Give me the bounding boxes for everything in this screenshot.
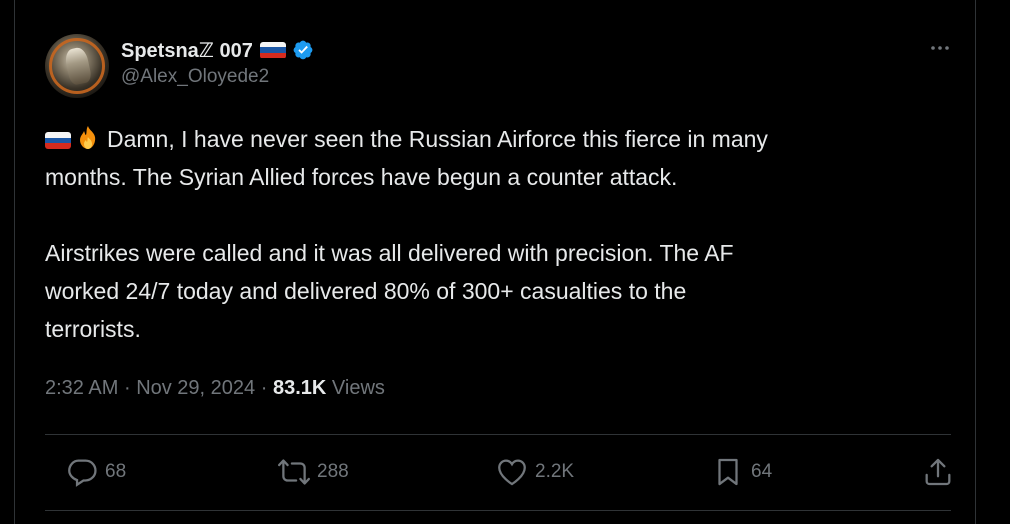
display-name[interactable]: Spetsnaℤ 007 xyxy=(121,38,253,63)
views-count[interactable]: 83.1K xyxy=(273,377,326,399)
tweet-text: Damn, I have never seen the Russian Airf… xyxy=(45,120,945,348)
bookmark-count: 64 xyxy=(751,461,773,482)
tweet-time[interactable]: 2:32 AM xyxy=(45,377,118,399)
display-name-row: Spetsnaℤ 007 xyxy=(121,38,314,62)
avatar[interactable] xyxy=(45,34,109,98)
fire-icon xyxy=(80,126,96,149)
like-count: 2.2K xyxy=(535,461,575,482)
share-icon xyxy=(925,458,951,486)
tweet-meta: 2:32 AM · Nov 29, 2024 · 83.1K Views xyxy=(45,377,385,400)
repost-icon xyxy=(277,459,311,485)
action-bar: 68 288 2.2K 64 xyxy=(45,452,955,492)
divider xyxy=(45,434,951,435)
verified-badge-icon[interactable] xyxy=(292,39,314,61)
bookmark-icon xyxy=(718,458,738,486)
tweet-line-5: terrorists. xyxy=(45,316,141,342)
tweet-date[interactable]: Nov 29, 2024 xyxy=(136,377,255,399)
tweet-line-3: Airstrikes were called and it was all de… xyxy=(45,240,734,266)
tweet-header: Spetsnaℤ 007 @Alex_Oloyede2 xyxy=(45,34,955,98)
tweet-line-2: months. The Syrian Allied forces have be… xyxy=(45,164,678,190)
author-handle[interactable]: @Alex_Oloyede2 xyxy=(121,66,314,88)
more-options-icon[interactable] xyxy=(925,38,955,58)
reply-button[interactable]: 68 xyxy=(65,452,126,492)
meta-separator: · xyxy=(260,377,268,399)
views-label: Views xyxy=(331,377,385,399)
russia-flag-icon xyxy=(259,41,286,59)
reply-count: 68 xyxy=(105,461,127,482)
like-button[interactable]: 2.2K xyxy=(495,452,574,492)
repost-count: 288 xyxy=(317,461,349,482)
bottom-divider xyxy=(45,510,951,511)
tweet-line-4: worked 24/7 today and delivered 80% of 3… xyxy=(45,278,687,304)
bookmark-button[interactable]: 64 xyxy=(711,452,772,492)
tweet-card: Spetsnaℤ 007 @Alex_Oloyede2 Damn, I have… xyxy=(14,0,976,524)
tweet-text-line: Damn, I have never seen the Russian Airf… xyxy=(107,126,768,152)
share-button[interactable] xyxy=(921,452,955,492)
heart-icon xyxy=(498,459,526,486)
meta-separator: · xyxy=(123,377,131,399)
repost-button[interactable]: 288 xyxy=(277,452,349,492)
russia-flag-icon xyxy=(45,132,71,149)
author-names: Spetsnaℤ 007 @Alex_Oloyede2 xyxy=(121,38,314,88)
tweet-line-1: Damn, I have never seen the Russian Airf… xyxy=(45,120,945,158)
reply-icon xyxy=(68,459,97,487)
